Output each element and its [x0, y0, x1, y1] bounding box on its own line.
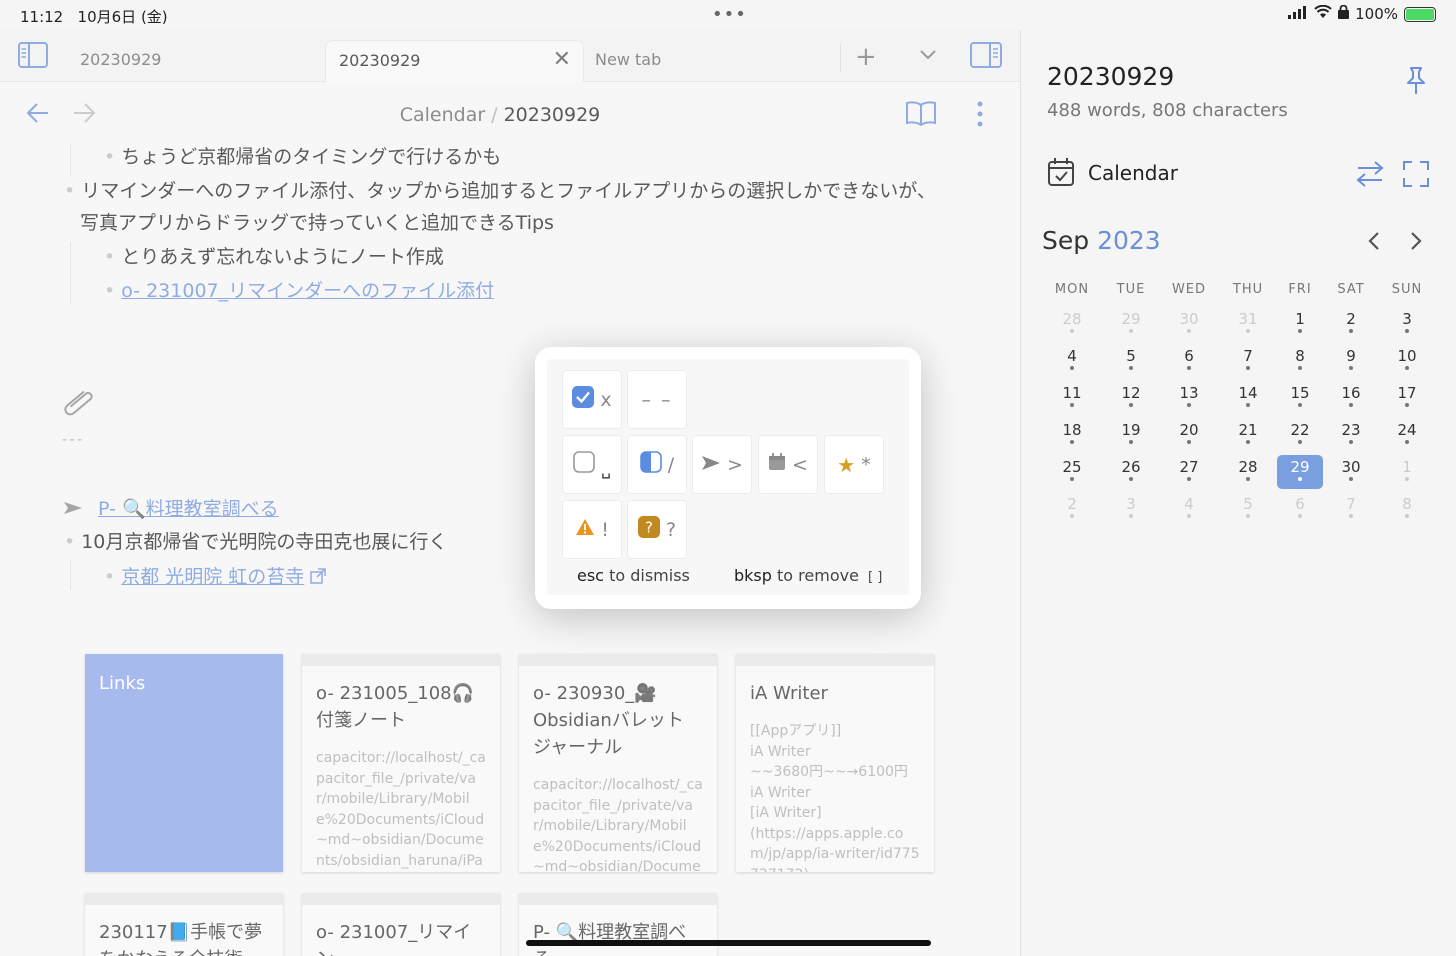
wifi-icon [1314, 4, 1332, 23]
note-title: 20230929 [1047, 62, 1175, 91]
star-icon: ★ [837, 452, 856, 477]
calendar-day[interactable]: 27 [1166, 455, 1212, 489]
calendar-day[interactable]: 30 [1166, 307, 1212, 341]
calendar-day[interactable]: 31 [1225, 307, 1271, 341]
option-question[interactable]: ? ? [628, 501, 686, 558]
option-scheduled[interactable]: < [759, 436, 817, 493]
calendar-day[interactable]: 25 [1049, 455, 1095, 489]
calendar-day[interactable]: 13 [1166, 381, 1212, 415]
empty-checkbox-icon [573, 451, 596, 478]
calendar-day[interactable]: 1 [1384, 455, 1430, 489]
calendar-day[interactable]: 11 [1049, 381, 1095, 415]
previous-month-chevron-icon[interactable] [1365, 230, 1383, 256]
task-status-picker: x – – ␣ / > < ★ * ! ? ? esc to dismiss b… [535, 347, 921, 609]
word-count: 488 words, 808 characters [1047, 100, 1288, 121]
option-forwarded[interactable]: > [693, 436, 751, 493]
calendar-day[interactable]: 20 [1166, 418, 1212, 452]
calendar-day[interactable]: 24 [1384, 418, 1430, 452]
remove-hint: bksp to remove [ ] [734, 566, 883, 585]
calendar-day[interactable]: 4 [1166, 492, 1212, 526]
calendar-day[interactable]: 7 [1225, 344, 1271, 378]
battery-percent: 100% [1355, 5, 1398, 23]
next-month-chevron-icon[interactable] [1407, 230, 1425, 256]
calendar-day[interactable]: 2 [1049, 492, 1095, 526]
checked-checkbox-icon [572, 386, 595, 413]
calendar-day[interactable]: 14 [1225, 381, 1271, 415]
calendar-day[interactable]: 8 [1384, 492, 1430, 526]
lock-rotation-icon [1338, 4, 1350, 23]
calendar-day[interactable]: 7 [1328, 492, 1374, 526]
option-in-progress[interactable]: / [628, 436, 686, 493]
calendar-day[interactable]: 16 [1328, 381, 1374, 415]
weekday-header: SAT [1337, 282, 1365, 297]
calendar-day[interactable]: 12 [1108, 381, 1154, 415]
calendar-day[interactable]: 2 [1328, 307, 1374, 341]
option-cancelled[interactable]: – – [628, 371, 686, 428]
calendar-grid: MON TUE WED THU FRI SAT SUN 28 29 30 31 1 2 3 4 5 6 7 8 9 10… [1021, 278, 1456, 538]
weekday-header: FRI [1288, 282, 1312, 297]
option-important[interactable]: ★ * [825, 436, 883, 493]
calendar-day[interactable]: 5 [1108, 344, 1154, 378]
weekday-header: SUN [1391, 282, 1423, 297]
calendar-day[interactable]: 5 [1225, 492, 1271, 526]
calendar-day[interactable]: 28 [1049, 307, 1095, 341]
signal-icon [1288, 5, 1308, 23]
calendar-day[interactable]: 15 [1277, 381, 1323, 415]
weekday-header: WED [1171, 282, 1207, 297]
home-indicator[interactable] [526, 940, 931, 946]
calendar-day[interactable]: 17 [1384, 381, 1430, 415]
swap-arrows-icon[interactable] [1355, 160, 1385, 192]
calendar-day[interactable]: 3 [1108, 492, 1154, 526]
status-time: 11:12 10月6日 (金) [20, 8, 168, 26]
option-done[interactable]: x [563, 371, 621, 428]
option-warning[interactable]: ! [563, 501, 621, 558]
status-bar: 11:12 10月6日 (金) ••• 100% [0, 0, 1456, 30]
calendar-day[interactable]: 22 [1277, 418, 1323, 452]
status-indicators: 100% [1288, 4, 1436, 23]
expand-icon[interactable] [1402, 160, 1430, 192]
calendar-day[interactable]: 9 [1328, 344, 1374, 378]
calendar-day-selected[interactable]: 29 [1277, 455, 1323, 489]
weekday-header: THU [1232, 282, 1264, 297]
calendar-day[interactable]: 10 [1384, 344, 1430, 378]
calendar-day[interactable]: 4 [1049, 344, 1095, 378]
calendar-day[interactable]: 19 [1108, 418, 1154, 452]
calendar-icon [1047, 157, 1075, 191]
weekday-header: TUE [1116, 282, 1146, 297]
calendar-day[interactable]: 29 [1108, 307, 1154, 341]
calendar-day[interactable]: 3 [1384, 307, 1430, 341]
weekday-header: MON [1054, 282, 1090, 297]
option-todo[interactable]: ␣ [563, 436, 621, 493]
calendar-icon [768, 453, 786, 476]
battery-icon [1404, 6, 1436, 22]
calendar-day[interactable]: 6 [1277, 492, 1323, 526]
calendar-day[interactable]: 6 [1166, 344, 1212, 378]
calendar-day[interactable]: 30 [1328, 455, 1374, 489]
dismiss-hint: esc to dismiss [577, 566, 690, 585]
right-sidebar: 20230929 488 words, 808 characters Calen… [1020, 30, 1456, 956]
warning-icon [575, 518, 595, 541]
question-icon: ? [637, 516, 660, 543]
half-checkbox-icon [639, 451, 662, 478]
calendar-day[interactable]: 21 [1225, 418, 1271, 452]
pin-icon[interactable] [1405, 66, 1427, 100]
svg-text:?: ? [645, 519, 653, 537]
calendar-month-title: Sep 2023 [1042, 226, 1161, 255]
calendar-day[interactable]: 1 [1277, 307, 1323, 341]
calendar-day[interactable]: 23 [1328, 418, 1374, 452]
calendar-day[interactable]: 18 [1049, 418, 1095, 452]
send-icon [701, 454, 721, 476]
calendar-day[interactable]: 26 [1108, 455, 1154, 489]
calendar-view-label: Calendar [1088, 161, 1178, 185]
calendar-day[interactable]: 28 [1225, 455, 1271, 489]
multitasking-dots-icon[interactable]: ••• [712, 4, 747, 25]
calendar-day[interactable]: 8 [1277, 344, 1323, 378]
